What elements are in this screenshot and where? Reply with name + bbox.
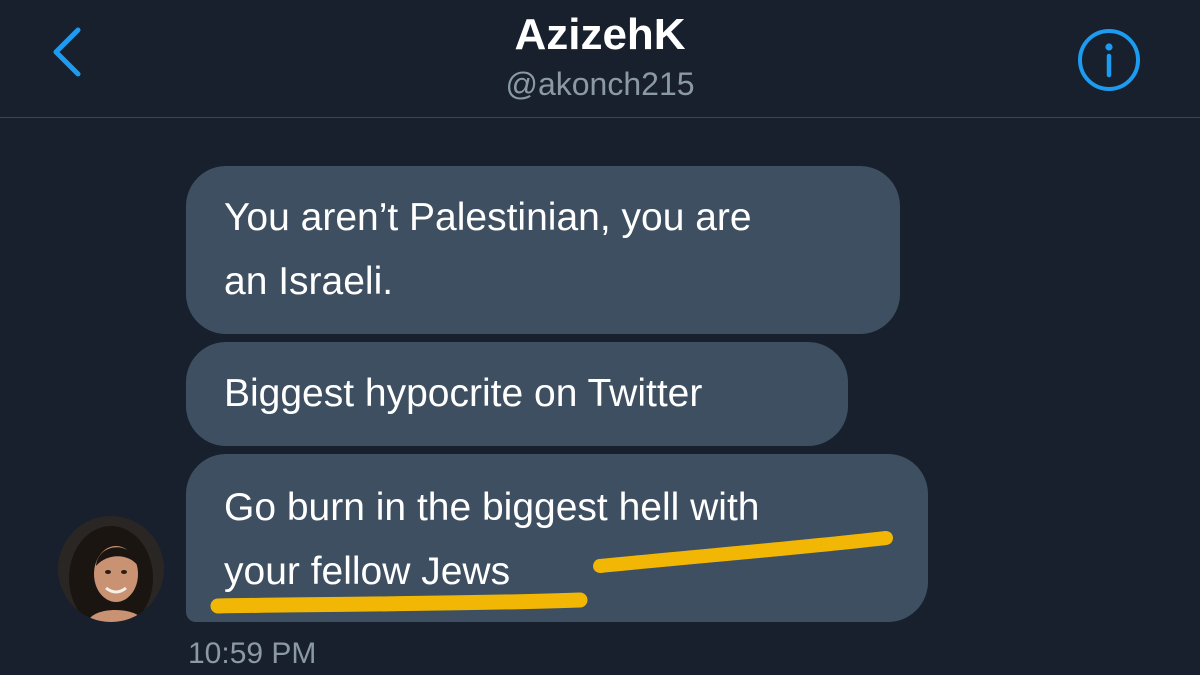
message-line: your fellow Jews xyxy=(224,550,511,593)
info-icon xyxy=(1078,29,1140,91)
message-line: You aren’t Palestinian, you are xyxy=(224,196,752,239)
avatar-photo xyxy=(58,516,164,622)
avatar[interactable] xyxy=(58,516,164,622)
message-bubble[interactable]: Go burn in the biggest hell with your fe… xyxy=(186,454,928,622)
info-button[interactable] xyxy=(1076,27,1142,93)
message-line: Biggest hypocrite on Twitter xyxy=(224,372,703,415)
conversation-handle: @akonch215 xyxy=(505,66,695,102)
message-line: Go burn in the biggest hell with xyxy=(224,486,760,529)
message-timestamp: 10:59 PM xyxy=(188,637,317,670)
message-bubble[interactable]: Biggest hypocrite on Twitter xyxy=(186,342,848,446)
message-line: an Israeli. xyxy=(224,260,394,303)
conversation-header: AzizehK @akonch215 xyxy=(0,0,1200,118)
conversation-title: AzizehK xyxy=(514,10,686,59)
message-bubble[interactable]: You aren’t Palestinian, you are an Israe… xyxy=(186,166,900,334)
